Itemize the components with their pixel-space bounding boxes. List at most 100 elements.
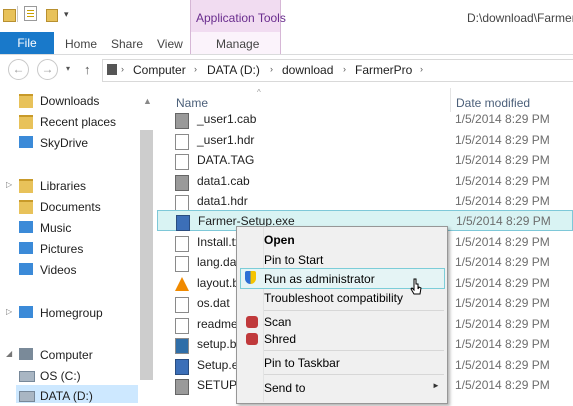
file-name: setup.b (197, 337, 237, 351)
breadcrumb-computer[interactable]: Computer (133, 63, 186, 77)
recent-places-icon (19, 115, 33, 129)
menu-separator (264, 310, 444, 311)
column-header-name[interactable]: Name (176, 96, 208, 110)
file-name: os.dat (197, 296, 230, 310)
file-name: _user1.cab (197, 112, 257, 126)
file-name: lang.dat (197, 255, 240, 269)
settings-file-icon (175, 379, 189, 395)
chevron-right-icon[interactable]: › (343, 64, 346, 74)
menu-item-pin-to-taskbar[interactable]: Pin to Taskbar (264, 356, 340, 370)
expand-icon[interactable]: ▷ (6, 180, 12, 189)
up-button[interactable]: ↑ (84, 62, 91, 77)
file-row[interactable]: data1.cab 1/5/2014 8:29 PM (157, 171, 573, 192)
nav-item-label: Videos (40, 263, 77, 277)
text-file-icon (175, 236, 189, 252)
file-date: 1/5/2014 8:29 PM (455, 337, 550, 351)
file-icon (175, 154, 189, 170)
tab-view[interactable]: View (157, 37, 183, 51)
collapse-icon[interactable]: ◢ (6, 349, 12, 358)
videos-icon (19, 263, 33, 275)
new-folder-icon[interactable] (46, 9, 58, 22)
file-date: 1/5/2014 8:29 PM (455, 255, 550, 269)
file-date: 1/5/2014 8:29 PM (455, 112, 550, 126)
pictures-icon (19, 242, 33, 254)
menu-item-scan[interactable]: Scan (264, 315, 291, 329)
back-button[interactable]: ← (8, 59, 29, 80)
nav-item-label: Homegroup (40, 306, 103, 320)
file-name: DATA.TAG (197, 153, 255, 167)
scroll-up-icon[interactable]: ▲ (143, 96, 152, 106)
file-icon (175, 297, 189, 313)
menu-separator (264, 350, 444, 351)
chevron-right-icon[interactable]: › (270, 64, 273, 74)
file-name: layout.b (197, 276, 240, 290)
file-row[interactable]: _user1.cab 1/5/2014 8:29 PM (157, 109, 573, 130)
nav-item-label: Pictures (40, 242, 84, 256)
file-date: 1/5/2014 8:29 PM (455, 296, 550, 310)
breadcrumb-data-drive[interactable]: DATA (D:) (207, 63, 260, 77)
vlc-icon (175, 277, 189, 291)
libraries-icon (19, 179, 33, 193)
file-date: 1/5/2014 8:29 PM (455, 358, 550, 372)
malwarebytes-icon (246, 316, 258, 328)
menu-item-troubleshoot-compatibility[interactable]: Troubleshoot compatibility (264, 291, 403, 305)
folder-icon[interactable] (3, 9, 16, 22)
image-file-icon (175, 338, 189, 354)
recent-locations-chevron-icon[interactable]: ▾ (66, 64, 70, 73)
documents-icon (19, 200, 33, 214)
tab-manage[interactable]: Manage (216, 37, 259, 51)
submenu-arrow-icon: ► (432, 381, 440, 390)
menu-item-open[interactable]: Open (264, 233, 295, 247)
drive-icon (19, 371, 35, 382)
breadcrumb-download[interactable]: download (282, 63, 333, 77)
file-icon (175, 134, 189, 150)
file-name: _user1.hdr (197, 133, 255, 147)
drive-icon (19, 391, 35, 402)
divider (17, 6, 18, 22)
chevron-right-icon[interactable]: › (121, 64, 124, 74)
file-date: 1/5/2014 8:29 PM (456, 214, 551, 228)
file-date: 1/5/2014 8:29 PM (455, 194, 550, 208)
file-icon (175, 195, 189, 211)
exe-icon (176, 215, 190, 231)
file-date: 1/5/2014 8:29 PM (455, 317, 550, 331)
nav-item-label: DATA (D:) (40, 389, 93, 403)
nav-item-label: Recent places (40, 115, 117, 129)
forward-button[interactable]: → (37, 59, 58, 80)
file-row[interactable]: _user1.hdr 1/5/2014 8:29 PM (157, 130, 573, 151)
menu-item-pin-to-start[interactable]: Pin to Start (264, 253, 323, 267)
customize-quick-access-icon[interactable]: ▾ (64, 9, 69, 20)
skydrive-icon (19, 136, 33, 148)
file-row[interactable]: DATA.TAG 1/5/2014 8:29 PM (157, 150, 573, 171)
tab-file[interactable]: File (0, 32, 54, 54)
context-menu-icon-gutter (237, 227, 263, 402)
nav-scrollbar-thumb[interactable] (140, 130, 153, 380)
chevron-right-icon[interactable]: › (194, 64, 197, 74)
music-icon (19, 221, 33, 233)
file-icon (175, 256, 189, 272)
mouse-pointer-icon (410, 278, 422, 295)
expand-icon[interactable]: ▷ (6, 307, 12, 316)
chevron-right-icon[interactable]: › (420, 64, 423, 74)
file-date: 1/5/2014 8:29 PM (455, 235, 550, 249)
nav-item-label: Libraries (40, 179, 87, 193)
menu-item-send-to[interactable]: Send to (264, 381, 305, 395)
computer-icon (19, 348, 33, 360)
tab-home[interactable]: Home (65, 37, 97, 51)
file-date: 1/5/2014 8:29 PM (455, 276, 550, 290)
file-name: data1.cab (197, 174, 250, 188)
file-name: Install.tx (197, 235, 242, 249)
homegroup-icon (19, 306, 33, 318)
menu-item-run-as-administrator[interactable]: Run as administrator (264, 272, 375, 286)
exe-icon (175, 359, 189, 375)
breadcrumb-farmerpro[interactable]: FarmerPro (355, 63, 412, 77)
menu-item-shred[interactable]: Shred (264, 332, 296, 346)
column-header-date-modified[interactable]: Date modified (456, 96, 530, 110)
file-row[interactable]: data1.hdr 1/5/2014 8:29 PM (157, 191, 573, 212)
file-date: 1/5/2014 8:29 PM (455, 378, 550, 392)
nav-item-label: Computer (40, 348, 93, 362)
nav-item-label: Downloads (40, 94, 100, 108)
nav-item-label: OS (C:) (40, 369, 81, 383)
properties-icon[interactable] (24, 6, 37, 21)
tab-share[interactable]: Share (111, 37, 143, 51)
